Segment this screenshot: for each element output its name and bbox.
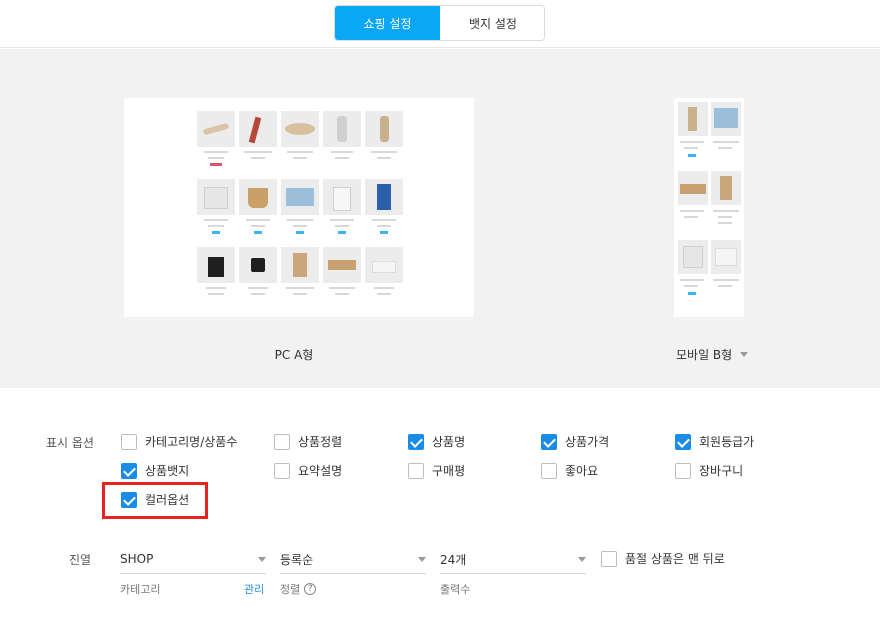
order-select[interactable]: 등록순 [280,545,426,574]
checkbox[interactable] [274,433,290,450]
chevron-down-icon [740,352,749,357]
pc-layout-preview[interactable] [124,98,474,317]
checkbox[interactable] [121,462,137,479]
tab-badge-settings[interactable]: 뱃지 설정 [440,6,544,40]
order-caption-text: 정렬 [280,583,301,596]
option-label: 상품뱃지 [145,464,190,478]
checkbox[interactable] [675,462,691,479]
option-label: 좋아요 [565,464,599,478]
option-product-price[interactable]: 상품가격 [541,433,609,450]
category-select[interactable]: SHOP [120,545,266,574]
product-thumbnail [323,179,361,215]
option-label: 상품명 [432,435,466,449]
count-value: 24개 [440,552,467,567]
option-likes[interactable]: 좋아요 [541,462,598,479]
top-bar: 쇼핑 설정 뱃지 설정 [0,0,880,48]
manage-link[interactable]: 관리 [244,581,264,597]
option-product-name[interactable]: 상품명 [408,433,465,450]
option-label: 상품정렬 [298,435,343,449]
display-sort-label: 진열 [69,553,92,567]
option-category-name-count[interactable]: 카테고리명/상품수 [121,433,237,450]
product-thumbnail [281,111,319,147]
product-thumbnail [365,247,403,283]
option-label: 카테고리명/상품수 [145,435,238,449]
highlight-box [102,482,208,519]
checkbox[interactable] [408,433,424,450]
option-product-sort[interactable]: 상품정렬 [274,433,342,450]
product-thumbnail [365,111,403,147]
checkbox[interactable] [274,462,290,479]
product-thumbnail [197,179,235,215]
product-thumbnail [678,171,708,205]
option-label: 장바구니 [699,464,744,478]
option-label: 상품가격 [565,435,610,449]
option-label: 요약설명 [298,464,343,478]
category-value: SHOP [120,552,154,566]
mobile-layout-preview[interactable] [674,98,744,317]
mobile-layout-label: 모바일 B형 [676,348,733,362]
product-thumbnail [323,247,361,283]
product-thumbnail [323,111,361,147]
order-value: 등록순 [280,552,314,567]
option-member-grade-price[interactable]: 회원등급가 [675,433,754,450]
product-thumbnail [711,240,741,274]
count-select[interactable]: 24개 [440,545,586,574]
mobile-layout-select[interactable]: 모바일 B형 [664,346,774,363]
checkbox[interactable] [601,550,617,567]
product-thumbnail [281,179,319,215]
product-thumbnail [678,102,708,136]
product-thumbnail [711,171,741,205]
product-thumbnail [239,179,277,215]
settings-tabs: 쇼핑 설정 뱃지 설정 [334,5,545,41]
product-thumbnail [711,102,741,136]
checkbox[interactable] [408,462,424,479]
chevron-down-icon [418,556,426,562]
product-thumbnail [239,111,277,147]
help-icon[interactable]: ? [304,583,317,595]
display-options-label: 표시 옵션 [46,436,94,450]
category-caption: 카테고리 [120,583,161,596]
product-thumbnail [678,240,708,274]
tab-shopping-settings[interactable]: 쇼핑 설정 [335,6,440,40]
product-thumbnail [239,247,277,283]
checkbox[interactable] [541,462,557,479]
option-soldout-last[interactable]: 품절 상품은 맨 뒤로 [601,550,725,567]
option-cart[interactable]: 장바구니 [675,462,743,479]
option-summary[interactable]: 요약설명 [274,462,342,479]
option-label: 구매평 [432,464,466,478]
option-product-badge[interactable]: 상품뱃지 [121,462,189,479]
option-label: 품절 상품은 맨 뒤로 [625,552,725,566]
count-caption: 출력수 [440,583,471,596]
product-thumbnail [197,111,235,147]
product-thumbnail [197,247,235,283]
pc-layout-label: PC A형 [274,348,314,362]
layout-preview-area: PC A형 모바일 B형 [0,49,880,388]
chevron-down-icon [578,556,586,562]
checkbox[interactable] [541,433,557,450]
option-reviews[interactable]: 구매평 [408,462,465,479]
product-thumbnail [365,179,403,215]
option-label: 회원등급가 [699,435,755,449]
chevron-down-icon [258,556,266,562]
checkbox[interactable] [121,433,137,450]
checkbox[interactable] [675,433,691,450]
product-thumbnail [281,247,319,283]
order-caption: 정렬 ? [280,581,317,597]
